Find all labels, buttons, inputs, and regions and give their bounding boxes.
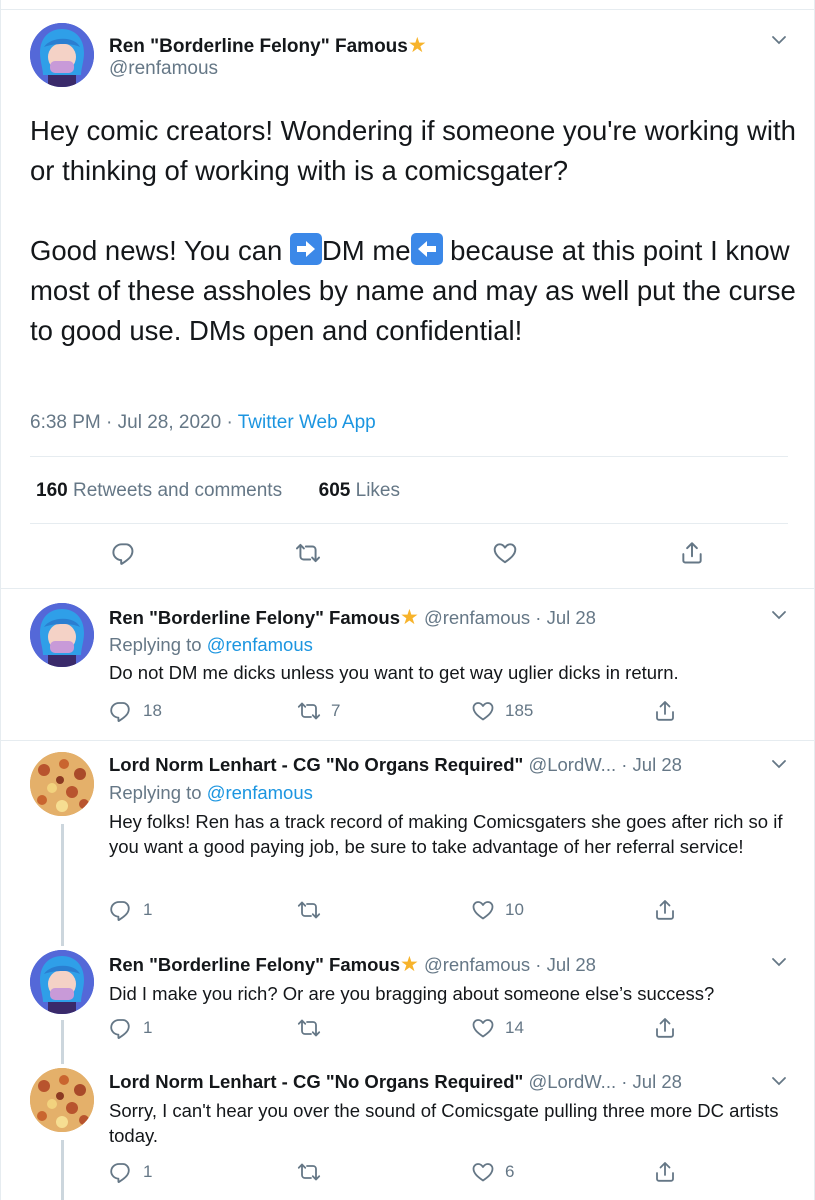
share-icon[interactable] <box>679 540 705 566</box>
heart-icon <box>471 1016 495 1040</box>
reply-icon <box>109 1160 133 1184</box>
avatar[interactable] <box>30 603 94 667</box>
author-name[interactable]: Ren "Borderline Felony" Famous★ <box>109 33 427 58</box>
retweet-icon <box>297 1160 321 1184</box>
reply-icon <box>109 898 133 922</box>
heart-icon[interactable] <box>492 540 518 566</box>
chevron-down-icon[interactable] <box>771 759 787 769</box>
tweet-paragraph-2: Good news! You can DM me because at this… <box>30 233 796 346</box>
reply-icon[interactable] <box>111 540 137 566</box>
right-arrow-emoji-icon <box>289 233 322 265</box>
divider <box>1 588 814 589</box>
tweet-meta: 6:38 PM · Jul 28, 2020 · Twitter Web App <box>30 412 376 434</box>
chevron-down-icon[interactable] <box>771 957 787 967</box>
share-button[interactable] <box>653 898 677 922</box>
reply-icon <box>109 1016 133 1040</box>
thread-connector <box>61 824 64 946</box>
divider <box>30 456 788 457</box>
retweet-icon <box>297 699 321 723</box>
reply-text: Hey folks! Ren has a track record of mak… <box>109 811 783 857</box>
retweet-button[interactable] <box>297 1016 331 1040</box>
reply-actions: 18 7 185 <box>109 699 689 725</box>
engagement-stats: 160 Retweets and comments 605 Likes <box>36 480 400 502</box>
star-icon: ★ <box>399 606 419 629</box>
chevron-down-icon[interactable] <box>771 610 787 620</box>
share-icon <box>653 699 677 723</box>
replying-to: Replying to @renfamous <box>109 782 313 803</box>
reply-header: Ren "Borderline Felony" Famous★ @renfamo… <box>109 605 596 630</box>
likes-stat[interactable]: 605 Likes <box>319 480 400 501</box>
star-icon: ★ <box>399 953 419 976</box>
tweet-thread: Ren "Borderline Felony" Famous★ @renfamo… <box>0 0 815 1200</box>
handle-date[interactable]: @renfamous · Jul 28 <box>424 607 596 628</box>
display-name[interactable]: Lord Norm Lenhart - CG "No Organs Requir… <box>109 1071 523 1092</box>
display-name[interactable]: Lord Norm Lenhart - CG "No Organs Requir… <box>109 754 523 775</box>
share-button[interactable] <box>653 1160 677 1184</box>
heart-icon <box>471 1160 495 1184</box>
retweets-stat[interactable]: 160 Retweets and comments <box>36 480 282 501</box>
handle-date[interactable]: @renfamous · Jul 28 <box>424 954 596 975</box>
retweet-icon <box>297 1016 321 1040</box>
retweet-button[interactable]: 7 <box>297 699 340 723</box>
timestamp[interactable]: 6:38 PM · Jul 28, 2020 · <box>30 412 238 433</box>
reply-header: Lord Norm Lenhart - CG "No Organs Requir… <box>109 1071 682 1093</box>
tweet-actions <box>1 530 815 580</box>
reply-text: Did I make you rich? Or are you bragging… <box>109 983 715 1004</box>
display-name[interactable]: Ren "Borderline Felony" Famous <box>109 954 400 975</box>
reply-button[interactable]: 1 <box>109 1016 152 1040</box>
chevron-down-icon[interactable] <box>771 35 787 45</box>
handle-date[interactable]: @LordW... · Jul 28 <box>528 754 681 775</box>
avatar[interactable] <box>30 752 94 816</box>
share-icon <box>653 1160 677 1184</box>
retweet-button[interactable] <box>297 1160 331 1184</box>
share-button[interactable] <box>653 1016 677 1040</box>
retweet-button[interactable] <box>297 898 331 922</box>
thread-connector <box>61 1140 64 1200</box>
heart-icon <box>471 898 495 922</box>
reply-text: Do not DM me dicks unless you want to ge… <box>109 662 679 683</box>
reply-text: Sorry, I can't hear you over the sound o… <box>109 1100 779 1146</box>
share-button[interactable] <box>653 699 677 723</box>
source-link[interactable]: Twitter Web App <box>238 412 376 433</box>
chevron-down-icon[interactable] <box>771 1076 787 1086</box>
tweet-paragraph-1: Hey comic creators! Wondering if someone… <box>30 115 796 186</box>
avatar[interactable] <box>30 950 94 1014</box>
author-handle[interactable]: @renfamous <box>109 58 218 80</box>
tweet-text: Hey comic creators! Wondering if someone… <box>30 111 800 351</box>
share-icon <box>653 898 677 922</box>
reply-icon <box>109 699 133 723</box>
thread-connector <box>61 1020 64 1064</box>
reply-button[interactable]: 18 <box>109 699 162 723</box>
reply-button[interactable]: 1 <box>109 1160 152 1184</box>
retweet-icon[interactable] <box>295 540 321 566</box>
share-icon <box>653 1016 677 1040</box>
retweet-icon <box>297 898 321 922</box>
top-divider <box>1 0 814 10</box>
reply-actions: 1 14 <box>109 1016 689 1042</box>
like-button[interactable]: 14 <box>471 1016 524 1040</box>
reply-button[interactable]: 1 <box>109 898 152 922</box>
star-icon: ★ <box>407 34 427 57</box>
reply-actions: 1 10 <box>109 898 689 924</box>
left-arrow-emoji-icon <box>410 233 443 265</box>
like-button[interactable]: 185 <box>471 699 533 723</box>
handle-date[interactable]: @LordW... · Jul 28 <box>528 1071 681 1092</box>
replying-to: Replying to @renfamous <box>109 634 313 655</box>
divider <box>1 740 814 741</box>
reply-header: Ren "Borderline Felony" Famous★ @renfamo… <box>109 952 596 977</box>
like-button[interactable]: 6 <box>471 1160 514 1184</box>
divider <box>30 523 788 524</box>
reply-actions: 1 6 <box>109 1160 689 1186</box>
avatar[interactable] <box>30 1068 94 1132</box>
heart-icon <box>471 699 495 723</box>
avatar[interactable] <box>30 23 94 87</box>
display-name[interactable]: Ren "Borderline Felony" Famous <box>109 36 408 57</box>
replying-handle-link[interactable]: @renfamous <box>207 634 313 655</box>
like-button[interactable]: 10 <box>471 898 524 922</box>
reply-header: Lord Norm Lenhart - CG "No Organs Requir… <box>109 754 682 776</box>
display-name[interactable]: Ren "Borderline Felony" Famous <box>109 607 400 628</box>
replying-handle-link[interactable]: @renfamous <box>207 782 313 803</box>
